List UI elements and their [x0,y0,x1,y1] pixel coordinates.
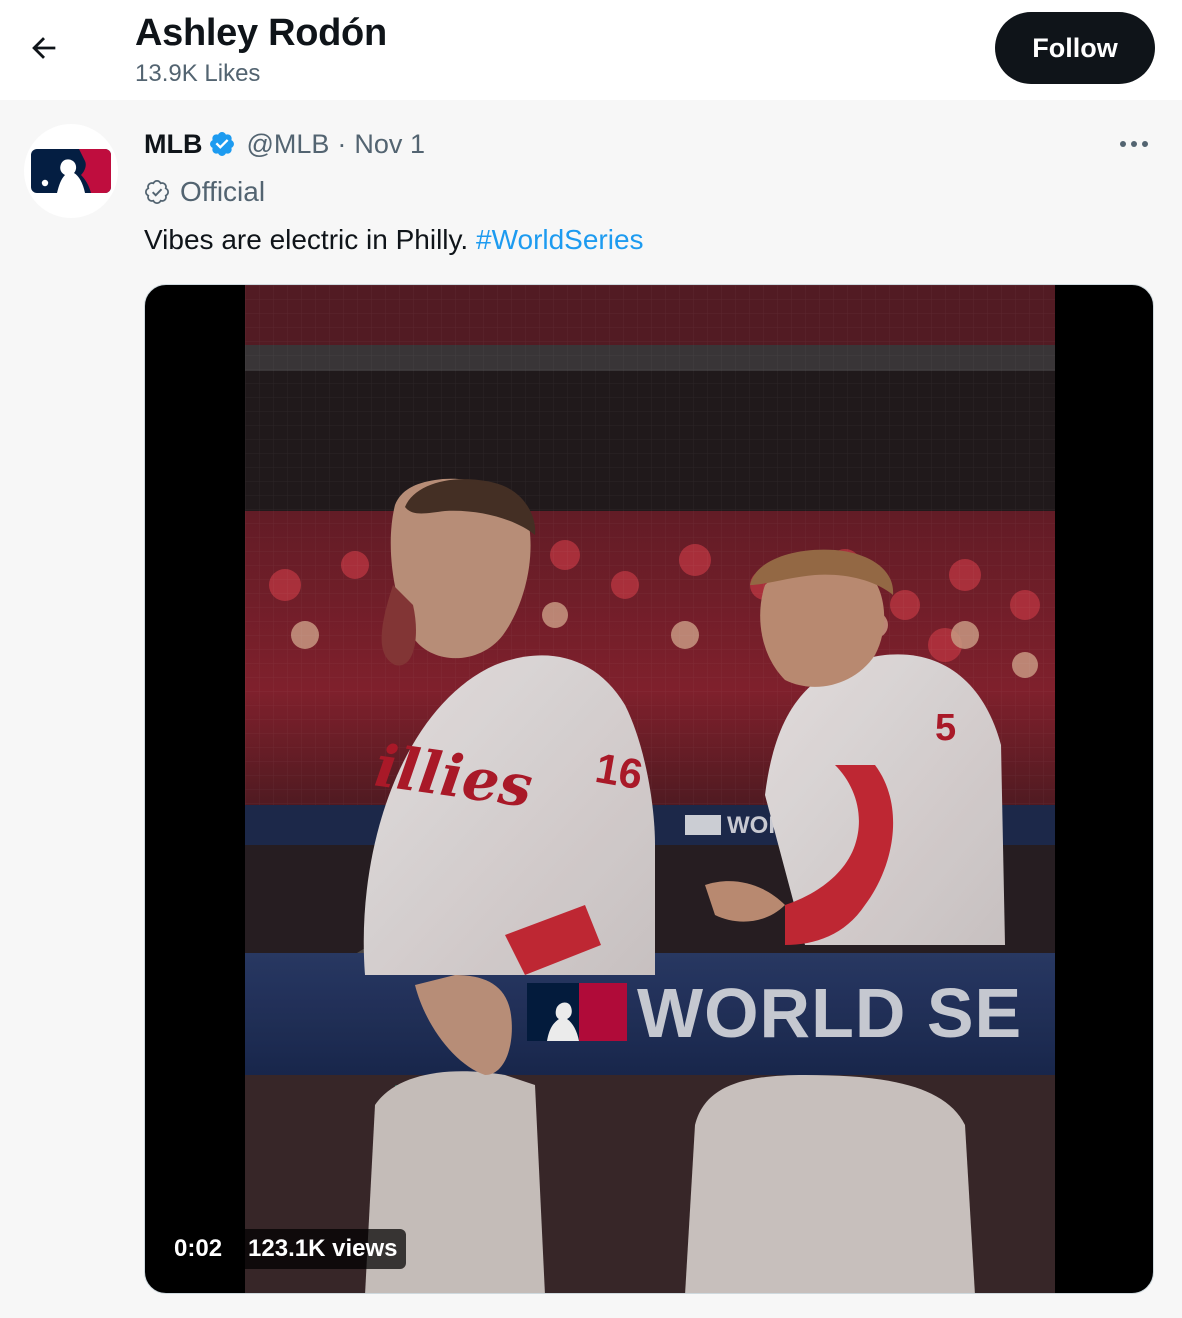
hashtag-link[interactable]: #WorldSeries [476,224,644,255]
video-still: WOR WORLD SE [245,285,1055,1293]
video-views: 123.1K views [239,1229,407,1269]
header-separator: · [337,129,347,159]
tweet-text: Vibes are electric in Philly. #WorldSeri… [144,222,644,258]
profile-header: Ashley Rodón 13.9K Likes Follow [0,0,1182,100]
tweet-date[interactable]: Nov 1 [354,126,425,162]
tweet-card[interactable]: MLB @MLB · Nov 1 Official Vibes are elec… [0,100,1182,1318]
author-handle[interactable]: @MLB [246,126,329,162]
author-avatar[interactable] [24,124,118,218]
likes-count: 13.9K Likes [135,60,261,87]
more-options-icon [1120,141,1148,147]
official-label-row: Official [144,174,265,210]
back-button[interactable] [14,20,74,76]
video-overlay: 0:02 123.1K views [165,1229,407,1269]
more-options-button[interactable] [1112,128,1156,160]
arrow-left-icon [32,37,56,59]
video-frame[interactable]: WOR WORLD SE [245,285,1055,1293]
author-name[interactable]: MLB [144,126,202,162]
official-badge-icon [144,179,170,205]
mlb-logo-icon [31,149,111,193]
profile-name: Ashley Rodón [135,12,387,54]
follow-button[interactable]: Follow [995,12,1155,84]
video-player[interactable]: WOR WORLD SE [144,284,1154,1294]
official-label: Official [180,176,266,207]
tweet-header: MLB @MLB · Nov 1 [144,126,425,162]
verified-badge-icon[interactable] [208,130,236,158]
video-timestamp: 0:02 [165,1229,232,1269]
tweet-body: Vibes are electric in Philly. [144,224,469,255]
profile-title-block: Ashley Rodón 13.9K Likes [135,10,387,90]
